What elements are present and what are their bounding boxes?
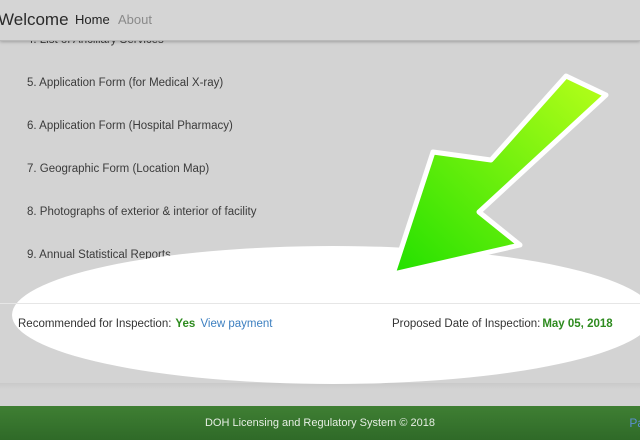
top-navbar: Welcome Home About — [0, 0, 640, 41]
footer-text: DOH Licensing and Regulatory System © 20… — [204, 417, 436, 429]
nav-about-link[interactable]: About — [118, 12, 152, 27]
brand-title[interactable]: Welcome — [0, 10, 69, 30]
footer-page-link[interactable]: Pa — [629, 406, 640, 440]
pointer-arrow-icon — [390, 73, 609, 277]
page-footer: DOH Licensing and Regulatory System © 20… — [0, 406, 640, 440]
nav-home-link[interactable]: Home — [75, 12, 110, 27]
